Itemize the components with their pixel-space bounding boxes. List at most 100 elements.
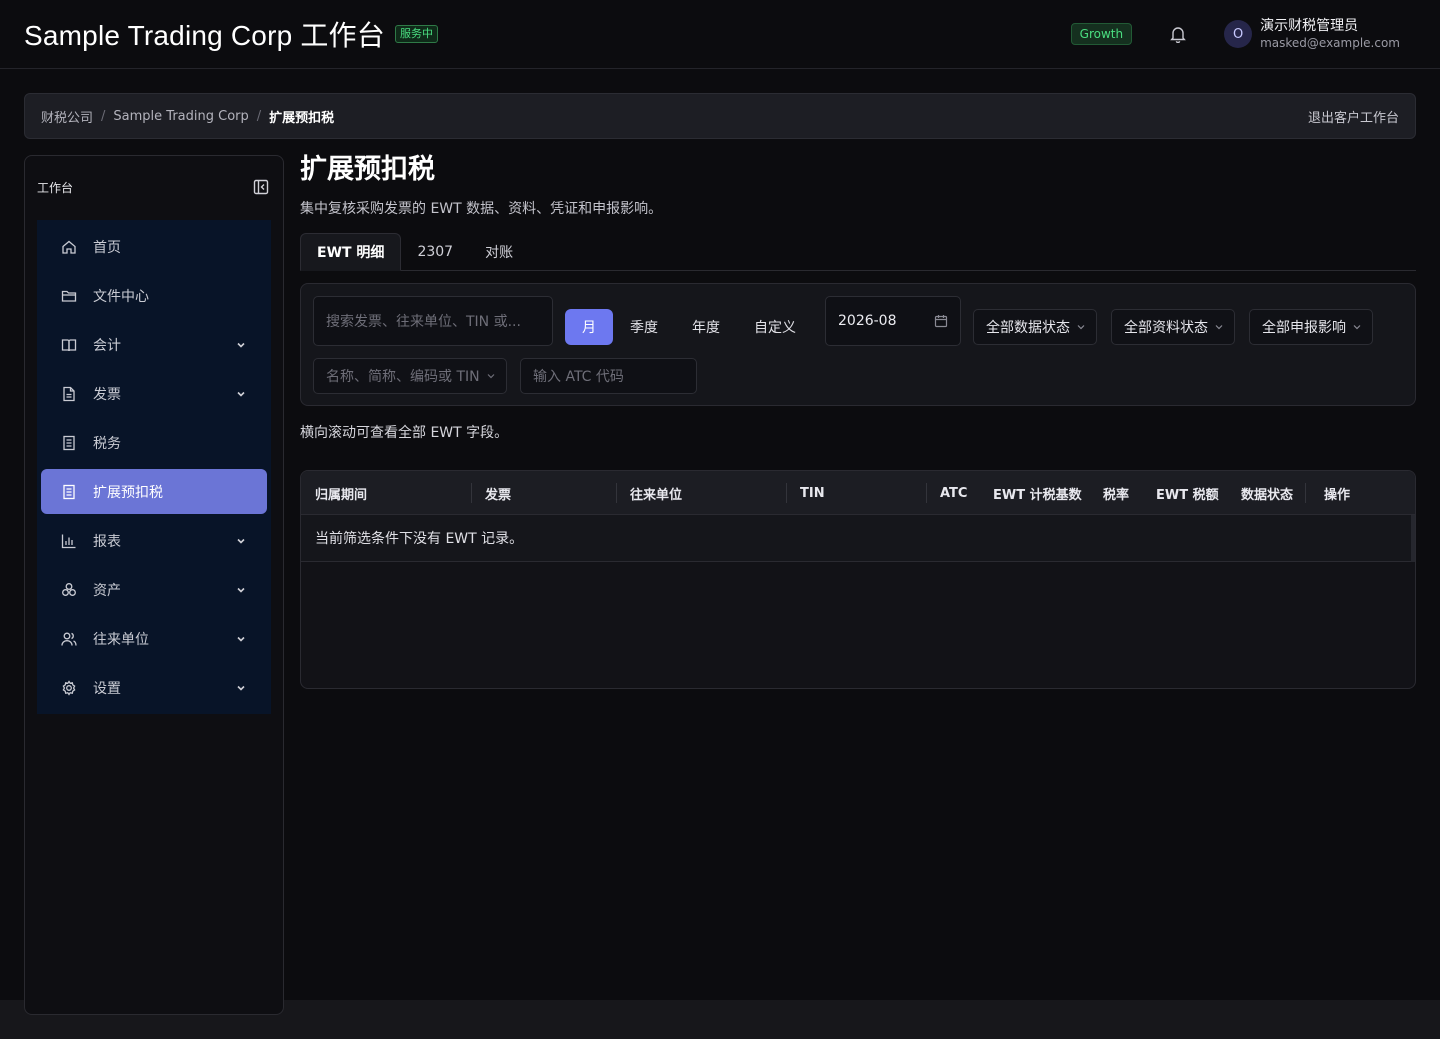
breadcrumb-separator: / xyxy=(256,108,262,124)
counterparty-select[interactable]: 名称、简称、编码或 TIN xyxy=(313,358,507,394)
search-input[interactable]: 搜索发票、往来单位、TIN 或... xyxy=(313,296,553,346)
cubes-icon xyxy=(61,582,77,598)
sidebar-title: 工作台 xyxy=(37,180,74,195)
horizontal-scrollbar[interactable] xyxy=(1411,515,1415,562)
sidebar-item-label: 资产 xyxy=(93,582,121,599)
column-header[interactable]: 数据状态 xyxy=(1241,471,1293,515)
sidebar-item-label: 发票 xyxy=(93,386,121,403)
doc-status-select[interactable]: 全部资料状态 xyxy=(1111,309,1235,345)
column-divider xyxy=(786,483,787,503)
data-status-select[interactable]: 全部数据状态 xyxy=(973,309,1097,345)
sidebar-item-label: 扩展预扣税 xyxy=(93,484,163,501)
home-icon xyxy=(61,239,77,255)
sidebar-item-accounting[interactable]: 会计 xyxy=(41,322,267,367)
period-custom-button[interactable]: 自定义 xyxy=(745,309,805,345)
column-header[interactable]: EWT 计税基数 xyxy=(993,471,1082,515)
search-placeholder: 搜索发票、往来单位、TIN 或... xyxy=(326,314,521,330)
breadcrumb-current: 扩展预扣税 xyxy=(269,110,335,126)
sidebar-item-counterparties[interactable]: 往来单位 xyxy=(41,616,267,661)
column-header[interactable]: 归属期间 xyxy=(315,471,367,515)
column-header[interactable]: EWT 税额 xyxy=(1156,471,1219,515)
atc-input[interactable]: 输入 ATC 代码 xyxy=(520,358,697,394)
column-header[interactable]: 发票 xyxy=(485,471,511,515)
app-title: Sample Trading Corp 工作台 xyxy=(24,20,385,51)
sidebar-item-label: 报表 xyxy=(93,533,121,550)
avatar[interactable]: O xyxy=(1224,20,1253,48)
sidebar-item-assets[interactable]: 资产 xyxy=(41,567,267,612)
column-divider xyxy=(1305,483,1306,503)
column-header[interactable]: TIN xyxy=(800,471,825,515)
sidebar: 工作台 首页 文件中心 会计 发票 税务 扩展预扣税 报表 资产 往来单位 设置 xyxy=(24,155,284,1015)
sidebar-nav: 首页 文件中心 会计 发票 税务 扩展预扣税 报表 资产 往来单位 设置 xyxy=(37,220,271,714)
bell-icon[interactable] xyxy=(1168,24,1188,44)
chevron-down-icon xyxy=(486,371,496,381)
sidebar-item-settings[interactable]: 设置 xyxy=(41,665,267,710)
chevron-down-icon xyxy=(235,339,247,351)
user-name: 演示财税管理员 xyxy=(1260,18,1359,34)
column-header[interactable]: 税率 xyxy=(1103,471,1129,515)
doc-status-value: 全部资料状态 xyxy=(1124,320,1208,336)
folder-icon xyxy=(61,288,77,304)
column-divider xyxy=(471,483,472,503)
sidebar-item-home[interactable]: 首页 xyxy=(41,224,267,269)
scroll-hint: 横向滚动可查看全部 EWT 字段。 xyxy=(300,425,509,441)
sidebar-item-files[interactable]: 文件中心 xyxy=(41,273,267,318)
chevron-down-icon xyxy=(235,535,247,547)
collapse-sidebar-icon[interactable] xyxy=(251,177,271,197)
period-quarter-button[interactable]: 季度 xyxy=(621,309,667,345)
ewt-table: 归属期间 发票 往来单位 TIN ATC EWT 计税基数 税率 EWT 税额 … xyxy=(300,470,1416,689)
sidebar-item-label: 设置 xyxy=(93,680,121,697)
plan-badge: Growth xyxy=(1070,23,1133,45)
bar-chart-icon xyxy=(61,533,77,549)
filter-panel: 搜索发票、往来单位、TIN 或... 月 季度 年度 自定义 2026-08 全… xyxy=(300,283,1416,406)
tab-ewt-details[interactable]: EWT 明细 xyxy=(300,233,402,271)
sidebar-item-reports[interactable]: 报表 xyxy=(41,518,267,563)
status-badge: 服务中 xyxy=(394,25,438,43)
breadcrumb-separator: / xyxy=(101,108,106,124)
period-year-button[interactable]: 年度 xyxy=(683,309,729,345)
filing-impact-value: 全部申报影响 xyxy=(1262,320,1346,336)
book-icon xyxy=(61,337,77,353)
column-header[interactable]: 往来单位 xyxy=(630,471,682,515)
table-header: 归属期间 发票 往来单位 TIN ATC EWT 计税基数 税率 EWT 税额 … xyxy=(301,471,1415,515)
sidebar-item-ewt[interactable]: 扩展预扣税 xyxy=(41,469,267,514)
user-email: masked@example.com xyxy=(1260,36,1400,50)
main-content: 扩展预扣税 集中复核采购发票的 EWT 数据、资料、凭证和申报影响。 EWT 明… xyxy=(300,154,1416,689)
breadcrumb: 财税公司 / Sample Trading Corp / 扩展预扣税 退出客户工… xyxy=(24,93,1416,139)
tab-2307[interactable]: 2307 xyxy=(401,233,469,271)
sidebar-item-label: 往来单位 xyxy=(93,631,149,648)
page-description: 集中复核采购发票的 EWT 数据、资料、凭证和申报影响。 xyxy=(300,201,663,217)
gear-icon xyxy=(61,679,77,696)
column-divider xyxy=(926,483,927,503)
calendar-icon xyxy=(934,314,948,328)
data-status-value: 全部数据状态 xyxy=(986,320,1070,336)
page-title: 扩展预扣税 xyxy=(300,154,435,185)
chevron-down-icon xyxy=(235,388,247,400)
period-month-button[interactable]: 月 xyxy=(565,309,613,345)
chevron-down-icon xyxy=(1076,322,1086,332)
filing-impact-select[interactable]: 全部申报影响 xyxy=(1249,309,1373,345)
breadcrumb-item[interactable]: Sample Trading Corp xyxy=(113,109,248,124)
sidebar-item-invoices[interactable]: 发票 xyxy=(41,371,267,416)
counterparty-placeholder: 名称、简称、编码或 TIN xyxy=(326,369,480,385)
sidebar-item-label: 会计 xyxy=(93,337,121,354)
users-icon xyxy=(61,631,77,647)
chevron-down-icon xyxy=(1214,322,1224,332)
empty-state-row: 当前筛选条件下没有 EWT 记录。 xyxy=(301,515,1415,562)
chevron-down-icon xyxy=(1352,322,1362,332)
chevron-down-icon xyxy=(235,682,247,694)
column-header[interactable]: ATC xyxy=(940,471,967,515)
date-picker[interactable]: 2026-08 xyxy=(825,296,961,346)
user-menu[interactable]: 演示财税管理员 masked@example.com xyxy=(1260,17,1400,51)
column-divider xyxy=(616,483,617,503)
tab-reconciliation[interactable]: 对账 xyxy=(469,233,529,271)
sidebar-item-label: 税务 xyxy=(93,435,121,452)
exit-workspace-link[interactable]: 退出客户工作台 xyxy=(1308,107,1399,126)
header-right: Growth O 演示财税管理员 masked@example.com xyxy=(1070,17,1400,51)
document-icon xyxy=(61,386,77,402)
breadcrumb-item[interactable]: 财税公司 xyxy=(41,107,93,126)
sidebar-item-label: 文件中心 xyxy=(93,288,149,305)
atc-placeholder: 输入 ATC 代码 xyxy=(533,369,624,385)
column-header[interactable]: 操作 xyxy=(1324,471,1350,515)
sidebar-item-tax[interactable]: 税务 xyxy=(41,420,267,465)
